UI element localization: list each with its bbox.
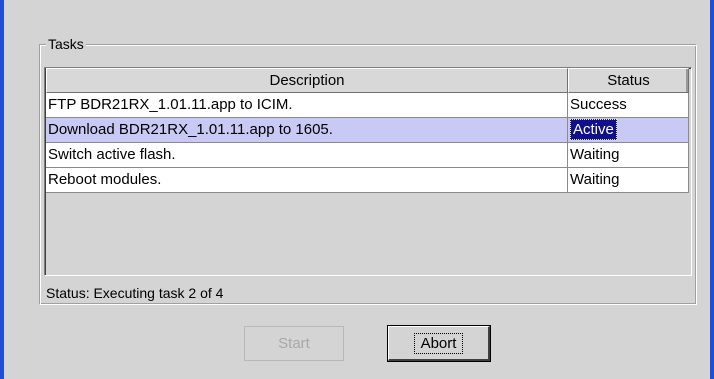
tasks-group-title: Tasks <box>46 35 86 53</box>
table-row-selected[interactable]: Download BDR21RX_1.01.11.app to 1605. Ac… <box>46 118 689 143</box>
task-status: Success <box>568 93 689 118</box>
table-row[interactable]: Reboot modules. Waiting <box>46 168 689 193</box>
start-button[interactable]: Start <box>244 326 344 361</box>
tasks-table: Description Status FTP BDR21RX_1.01.11.a… <box>44 67 692 276</box>
table-row[interactable]: Switch active flash. Waiting <box>46 143 689 168</box>
task-description: FTP BDR21RX_1.01.11.app to ICIM. <box>46 93 568 118</box>
abort-button[interactable]: Abort <box>388 326 490 361</box>
task-description: Download BDR21RX_1.01.11.app to 1605. <box>46 118 568 143</box>
tasks-group: Tasks Description Status FTP BDR21RX_1.0… <box>39 35 697 305</box>
abort-button-label: Abort <box>413 332 464 354</box>
column-header-description[interactable]: Description <box>46 68 568 93</box>
active-status-badge: Active <box>570 119 617 140</box>
task-status: Waiting <box>568 143 689 168</box>
task-status: Waiting <box>568 168 689 193</box>
column-header-status[interactable]: Status <box>568 68 689 93</box>
task-description: Switch active flash. <box>46 143 568 168</box>
status-text: Status: Executing task 2 of 4 <box>46 285 224 301</box>
task-description: Reboot modules. <box>46 168 568 193</box>
task-status: Active <box>568 118 689 143</box>
task-window: Tasks Description Status FTP BDR21RX_1.0… <box>4 0 710 379</box>
table-header: Description Status <box>46 68 689 93</box>
table-row[interactable]: FTP BDR21RX_1.01.11.app to ICIM. Success <box>46 93 689 118</box>
